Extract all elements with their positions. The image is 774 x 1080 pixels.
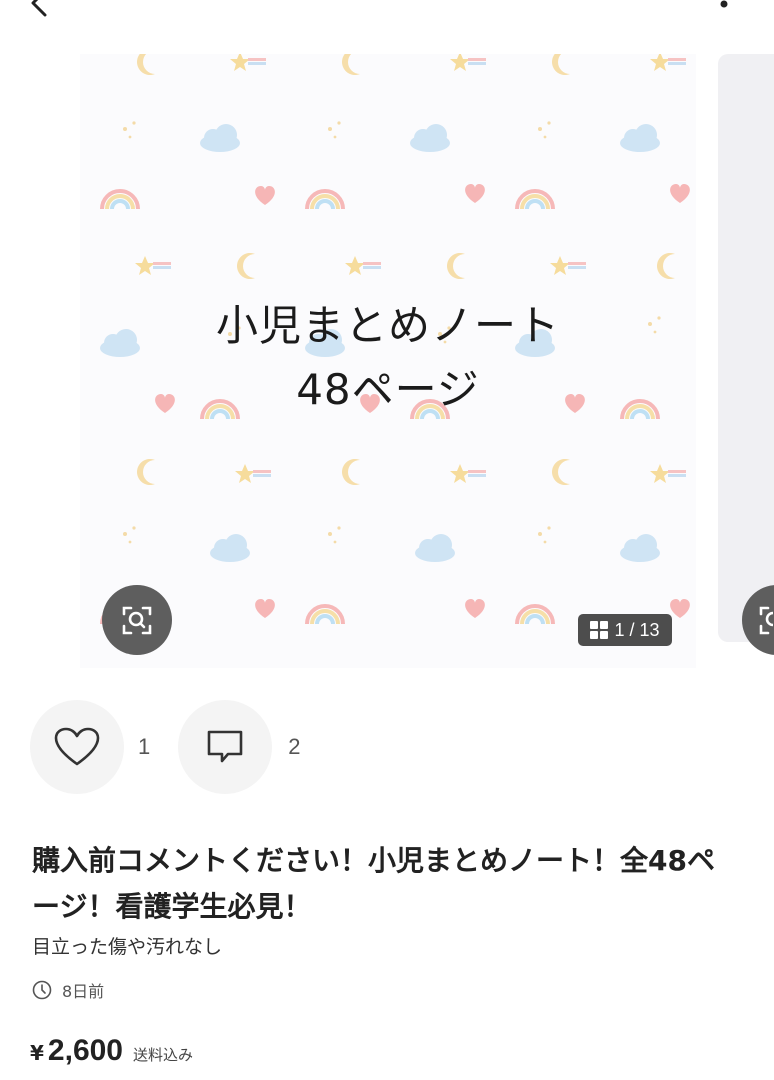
posted-time: 8日前 — [32, 978, 104, 1002]
posted-time-label: 8日前 — [62, 982, 105, 1001]
comment-button[interactable] — [178, 700, 273, 794]
image-search-icon — [122, 606, 152, 635]
reaction-bar: 1 2 — [30, 700, 301, 794]
price-value: 2,600 — [47, 1034, 123, 1067]
heart-icon — [54, 727, 100, 766]
clock-icon — [32, 980, 52, 1000]
shipping-note: 送料込み — [133, 1046, 194, 1064]
item-title: 購入前コメントください！小児まとめノート！全48ページ！看護学生必見！ — [32, 844, 715, 923]
item-detail-page: 小児まとめノート 48ページ 1 / 13 1 2 購入前コメントください！小児… — [0, 0, 774, 1080]
image-page-count: 1 / 13 — [614, 619, 660, 640]
like-button[interactable] — [30, 700, 124, 794]
back-chevron-icon — [31, 0, 47, 17]
more-dots-icon — [720, 0, 728, 8]
image-caption-line2: 48ページ — [296, 365, 480, 414]
comment-bubble-icon — [207, 730, 243, 763]
image-search-button[interactable] — [102, 585, 172, 655]
image-search-icon — [759, 606, 774, 635]
grid-icon — [590, 621, 609, 639]
back-button[interactable] — [22, 0, 56, 20]
price-row: ¥ 2,600 送料込み — [30, 1034, 193, 1068]
comment-count: 2 — [288, 734, 301, 759]
image-caption: 小児まとめノート 48ページ — [80, 294, 696, 422]
next-product-image[interactable] — [718, 54, 774, 642]
image-page-indicator[interactable]: 1 / 13 — [578, 614, 672, 646]
image-carousel[interactable]: 小児まとめノート 48ページ 1 / 13 — [0, 54, 774, 672]
price-currency: ¥ — [30, 1041, 44, 1065]
more-button[interactable] — [714, 0, 734, 12]
product-image[interactable]: 小児まとめノート 48ページ — [80, 54, 696, 668]
like-count: 1 — [138, 734, 151, 759]
image-caption-line1: 小児まとめノート — [215, 301, 560, 350]
item-condition: 目立った傷や汚れなし — [32, 936, 223, 958]
